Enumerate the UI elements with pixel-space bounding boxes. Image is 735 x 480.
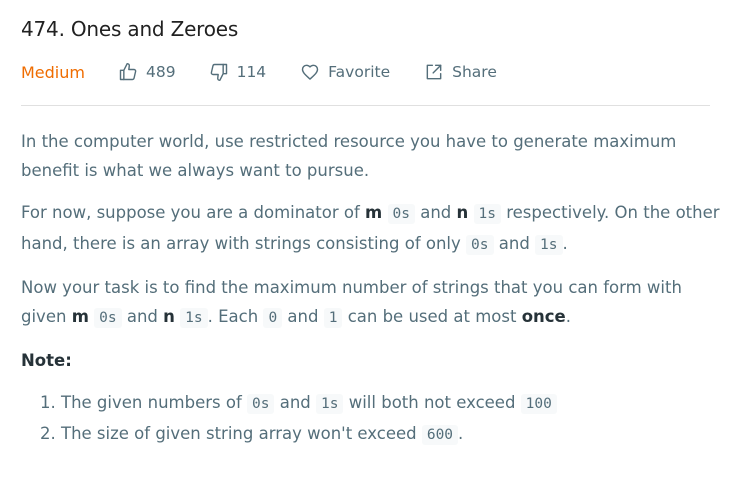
text-segment: .	[458, 424, 464, 443]
bold-once: once	[521, 307, 566, 326]
dislike-button[interactable]: 114	[209, 62, 267, 82]
thumbs-up-icon	[118, 62, 138, 82]
description-paragraph-2: For now, suppose you are a dominator of …	[21, 198, 721, 260]
inline-code: 1s	[316, 394, 344, 414]
favorite-label: Favorite	[328, 63, 391, 81]
difficulty-badge: Medium	[21, 62, 85, 82]
inline-code: 600	[421, 425, 459, 445]
thumbs-down-icon	[209, 62, 229, 82]
inline-code: 1s	[473, 204, 501, 224]
text-segment: .	[562, 234, 568, 253]
inline-code: 1s	[535, 235, 563, 255]
bold-m: m	[71, 307, 89, 326]
text-segment: will both not exceed	[343, 393, 521, 412]
text-segment: . Each	[207, 307, 264, 326]
text-segment: can be used at most	[342, 307, 522, 326]
inline-code: 0	[263, 308, 283, 328]
problem-title: 474. Ones and Zeroes	[21, 17, 239, 41]
inline-code: 0s	[466, 235, 494, 255]
bold-n: n	[163, 307, 175, 326]
inline-code: 0s	[387, 204, 415, 224]
problem-meta-bar: Medium 489 114 Favorite Share	[21, 59, 497, 85]
heart-icon	[300, 62, 320, 82]
text-segment: and	[414, 203, 457, 222]
share-button[interactable]: Share	[424, 62, 497, 82]
list-item: The size of given string array won't exc…	[61, 419, 721, 450]
text-segment: The given numbers of	[61, 393, 247, 412]
bold-n: n	[456, 203, 469, 222]
text-segment: The size of given string array won't exc…	[61, 424, 422, 443]
bold-m: m	[365, 203, 383, 222]
inline-code: 1	[323, 308, 343, 328]
problem-description: In the computer world, use restricted re…	[21, 127, 721, 450]
text-segment: and	[282, 307, 324, 326]
like-button[interactable]: 489	[118, 62, 176, 82]
dislike-count: 114	[236, 63, 267, 81]
text-segment: For now, suppose you are a dominator of	[21, 203, 366, 222]
like-count: 489	[145, 63, 176, 81]
description-paragraph-1: In the computer world, use restricted re…	[21, 132, 677, 180]
share-label: Share	[452, 63, 497, 81]
list-item: The given numbers of 0s and 1s will both…	[61, 388, 721, 419]
inline-code: 0s	[247, 394, 275, 414]
description-paragraph-3: Now your task is to find the maximum num…	[21, 273, 721, 333]
note-list: The given numbers of 0s and 1s will both…	[21, 388, 721, 450]
share-icon	[424, 62, 444, 82]
note-label: Note:	[21, 351, 72, 370]
note-heading: Note:	[21, 346, 721, 375]
text-segment: and	[493, 234, 536, 253]
text-segment: and	[121, 307, 164, 326]
inline-code: 100	[520, 394, 557, 414]
inline-code: 1s	[180, 308, 208, 328]
inline-code: 0s	[94, 308, 122, 328]
text-segment: .	[565, 307, 571, 326]
header-divider	[21, 105, 710, 106]
favorite-button[interactable]: Favorite	[300, 62, 390, 82]
text-segment: and	[274, 393, 317, 412]
